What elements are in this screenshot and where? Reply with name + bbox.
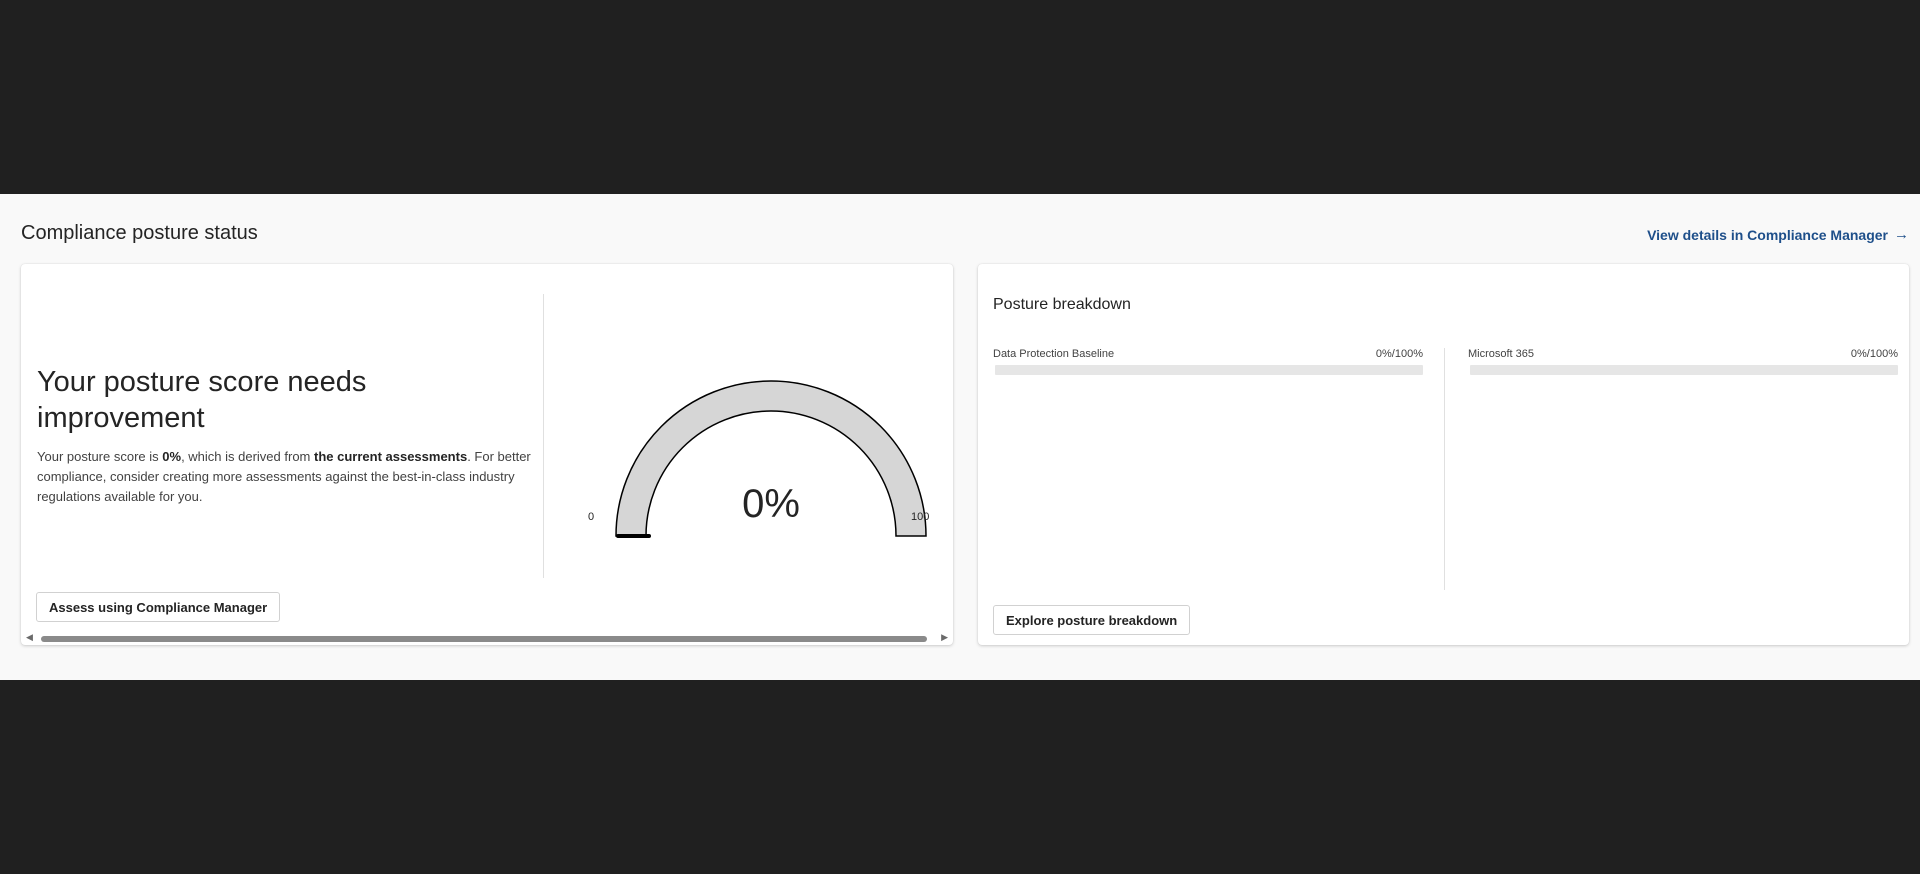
breakdown-progress-bar: [995, 365, 1423, 375]
score-desc-score: 0%: [162, 449, 182, 464]
explore-posture-breakdown-button[interactable]: Explore posture breakdown: [993, 605, 1191, 635]
score-desc-prefix: Your posture score is: [37, 449, 163, 464]
scroll-right-arrow-icon[interactable]: ▶: [941, 632, 948, 643]
section-title: Compliance posture status: [21, 222, 258, 244]
scrollbar-thumb[interactable]: [41, 636, 927, 642]
compliance-posture-section: Compliance posture status View details i…: [0, 194, 1920, 680]
breakdown-item-header: Microsoft 365 0%/100%: [1468, 348, 1898, 360]
breakdown-item: Data Protection Baseline 0%/100%: [993, 348, 1423, 375]
score-desc-middle: , which is derived from: [181, 449, 314, 464]
score-heading: Your posture score needs improvement: [37, 366, 367, 434]
view-details-link[interactable]: View details in Compliance Manager →: [1647, 226, 1909, 243]
score-desc-assessments: the current assessments: [314, 449, 468, 464]
breakdown-item-value: 0%/100%: [1375, 348, 1423, 360]
score-description: Your posture score is 0%, which is deriv…: [37, 447, 537, 507]
breakdown-item-name: Data Protection Baseline: [993, 348, 1115, 360]
breakdown-title: Posture breakdown: [993, 296, 1131, 313]
gauge-min-label: 0: [588, 511, 595, 523]
scroll-left-arrow-icon[interactable]: ◀: [26, 632, 33, 643]
horizontal-scrollbar[interactable]: ◀ ▶: [21, 631, 953, 645]
breakdown-divider: [1444, 348, 1445, 590]
breakdown-item-header: Data Protection Baseline 0%/100%: [993, 348, 1423, 360]
gauge-value-label: 0%: [742, 482, 800, 526]
breakdown-item: Microsoft 365 0%/100%: [1468, 348, 1898, 375]
breakdown-item-value: 0%/100%: [1850, 348, 1898, 360]
assess-compliance-manager-button[interactable]: Assess using Compliance Manager: [36, 592, 281, 622]
card-divider: [543, 294, 544, 578]
breakdown-progress-bar: [1470, 365, 1898, 375]
view-details-link-label: View details in Compliance Manager: [1647, 226, 1888, 243]
arrow-right-icon: →: [1894, 226, 1909, 243]
posture-breakdown-card: Posture breakdown Data Protection Baseli…: [978, 264, 1909, 645]
posture-score-card: Your posture score needs improvement You…: [21, 264, 953, 645]
gauge-max-label: 100: [911, 511, 930, 523]
breakdown-item-name: Microsoft 365: [1468, 348, 1535, 360]
score-gauge: [615, 380, 927, 538]
